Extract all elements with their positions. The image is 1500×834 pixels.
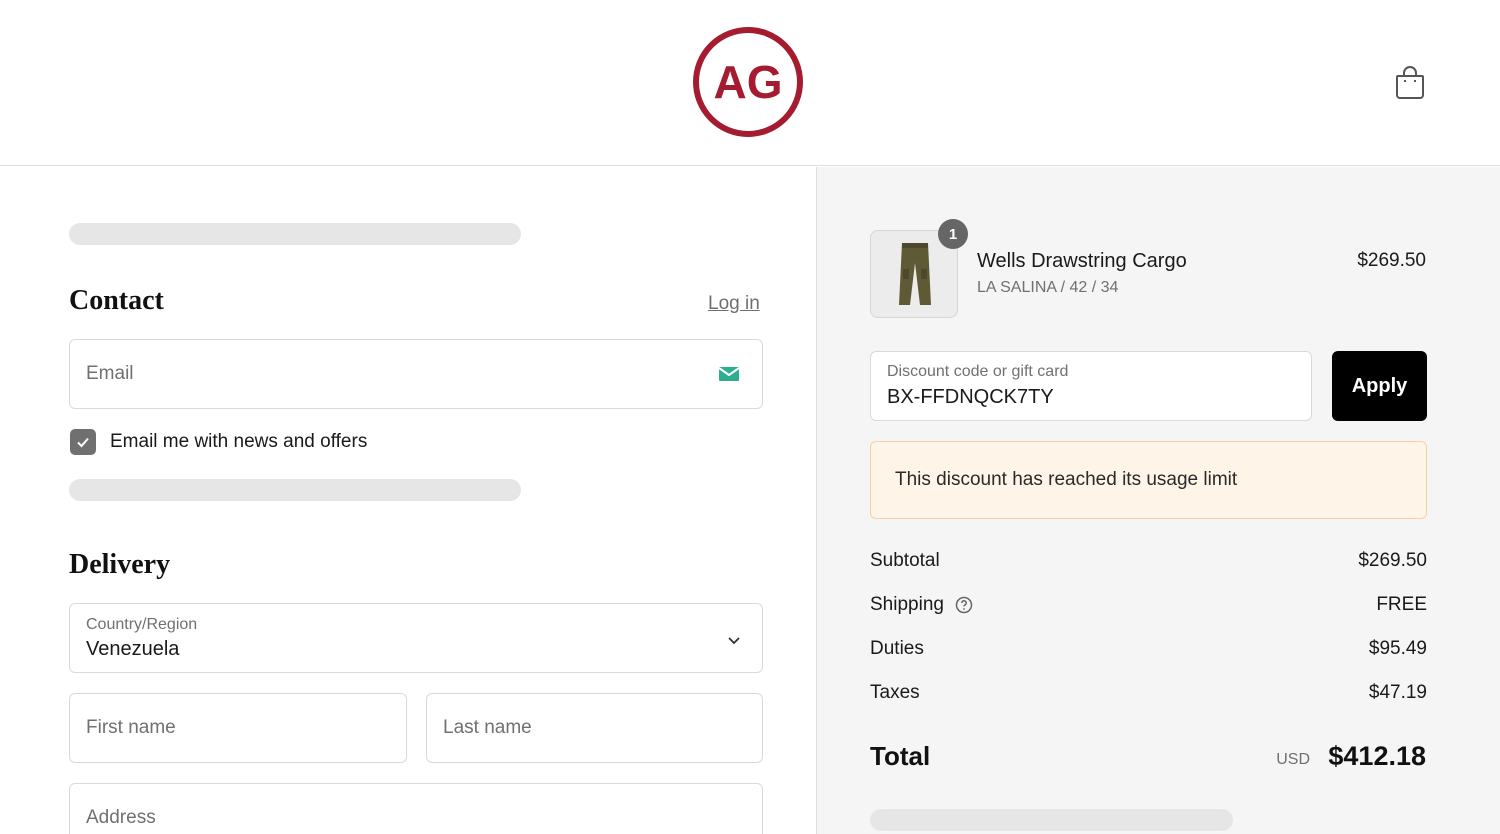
subtotal-value: $269.50 bbox=[1358, 550, 1427, 571]
duties-value: $95.49 bbox=[1368, 638, 1427, 659]
email-placeholder: Email bbox=[86, 363, 134, 384]
taxes-label: Taxes bbox=[870, 682, 920, 703]
loading-placeholder bbox=[870, 809, 1233, 831]
shopping-bag-icon[interactable] bbox=[1394, 64, 1426, 100]
product-name: Wells Drawstring Cargo bbox=[977, 250, 1187, 272]
newsletter-label: Email me with news and offers bbox=[110, 431, 368, 452]
loading-placeholder bbox=[69, 223, 521, 245]
address-placeholder: Address bbox=[86, 807, 156, 828]
country-value: Venezuela bbox=[86, 638, 180, 660]
loading-placeholder bbox=[69, 479, 521, 501]
checkout-form: Contact Log in Email Email me with news … bbox=[0, 167, 816, 834]
apply-button[interactable]: Apply bbox=[1332, 351, 1427, 421]
shipping-label: Shipping bbox=[870, 594, 944, 615]
last-name-field[interactable]: Last name bbox=[426, 693, 763, 763]
duties-label: Duties bbox=[870, 638, 924, 659]
shipping-row: Shipping FREE bbox=[870, 594, 1427, 620]
ag-logo[interactable]: AG bbox=[692, 26, 804, 138]
contact-title: Contact bbox=[69, 285, 164, 316]
login-link[interactable]: Log in bbox=[708, 293, 760, 315]
shipping-value: FREE bbox=[1376, 594, 1427, 615]
discount-code-field[interactable]: Discount code or gift card BX-FFDNQCK7TY bbox=[870, 351, 1312, 421]
product-variant: LA SALINA / 42 / 34 bbox=[977, 279, 1119, 296]
checkmark-icon bbox=[77, 437, 89, 448]
newsletter-checkbox[interactable] bbox=[70, 429, 96, 455]
country-select[interactable]: Country/Region Venezuela bbox=[69, 603, 763, 673]
taxes-row: Taxes $47.19 bbox=[870, 682, 1427, 708]
first-name-placeholder: First name bbox=[86, 717, 176, 738]
subtotal-row: Subtotal $269.50 bbox=[870, 550, 1427, 576]
taxes-value: $47.19 bbox=[1368, 682, 1427, 703]
country-label: Country/Region bbox=[86, 616, 198, 633]
mail-icon bbox=[718, 367, 740, 381]
order-summary: 1 Wells Drawstring Cargo LA SALINA / 42 … bbox=[816, 167, 1500, 834]
duties-row: Duties $95.49 bbox=[870, 638, 1427, 664]
discount-label: Discount code or gift card bbox=[887, 363, 1069, 380]
address-field[interactable]: Address bbox=[69, 783, 763, 834]
logo-text: AG bbox=[714, 56, 783, 108]
total-label: Total bbox=[870, 741, 931, 771]
first-name-field[interactable]: First name bbox=[69, 693, 407, 763]
discount-error-notice: This discount has reached its usage limi… bbox=[870, 441, 1427, 519]
chevron-down-icon bbox=[728, 637, 740, 645]
subtotal-label: Subtotal bbox=[870, 550, 940, 571]
total-currency: USD bbox=[1276, 751, 1310, 768]
discount-value: BX-FFDNQCK7TY bbox=[887, 386, 1054, 408]
quantity-badge: 1 bbox=[938, 219, 968, 249]
discount-error-text: This discount has reached its usage limi… bbox=[895, 469, 1238, 490]
product-thumbnail: 1 bbox=[870, 219, 968, 318]
last-name-placeholder: Last name bbox=[443, 717, 532, 738]
total-value: $412.18 bbox=[1328, 741, 1426, 771]
delivery-title: Delivery bbox=[69, 549, 171, 580]
product-price: $269.50 bbox=[1357, 250, 1426, 271]
email-field[interactable]: Email bbox=[69, 339, 763, 409]
checkout-header: AG bbox=[0, 0, 1500, 166]
help-icon[interactable] bbox=[955, 596, 973, 614]
